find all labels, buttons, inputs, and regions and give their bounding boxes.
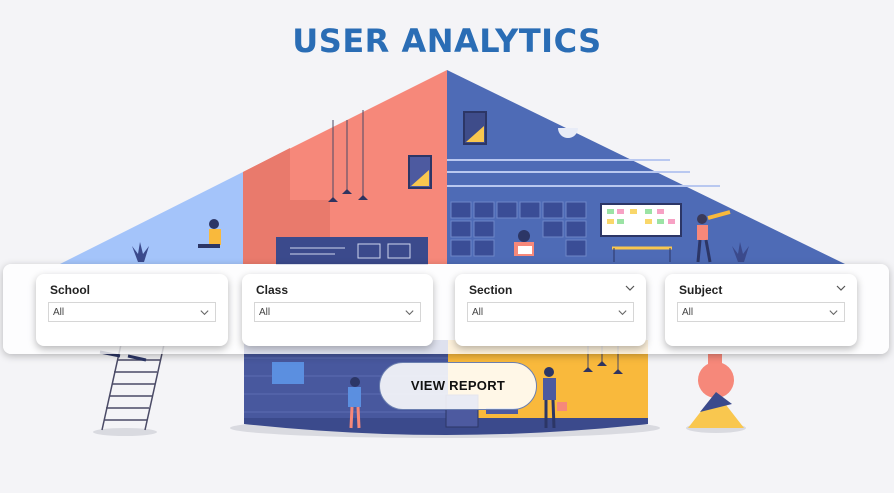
- section-dropdown-value: All: [472, 307, 484, 318]
- chevron-down-icon: [405, 310, 414, 316]
- subject-dropdown-value: All: [682, 307, 694, 318]
- class-filter-label: Class: [256, 283, 289, 297]
- subject-filter-label: Subject: [679, 283, 723, 297]
- school-dropdown-value: All: [53, 307, 65, 318]
- section-filter-label: Section: [469, 283, 513, 297]
- school-dropdown[interactable]: All: [48, 302, 216, 322]
- school-filter-label: School: [50, 283, 91, 297]
- section-dropdown[interactable]: All: [467, 302, 634, 322]
- chevron-down-icon: [618, 310, 627, 316]
- class-filter-card: Class All: [242, 274, 433, 346]
- subject-dropdown[interactable]: All: [677, 302, 845, 322]
- section-filter-card: Section All: [455, 274, 646, 346]
- school-filter-card: School All: [36, 274, 228, 346]
- chevron-down-icon[interactable]: [624, 282, 636, 294]
- chevron-down-icon: [829, 310, 838, 316]
- class-dropdown-value: All: [259, 307, 271, 318]
- chevron-down-icon[interactable]: [835, 282, 847, 294]
- subject-filter-card: Subject All: [665, 274, 857, 346]
- view-report-button[interactable]: VIEW REPORT: [379, 362, 537, 410]
- class-dropdown[interactable]: All: [254, 302, 421, 322]
- chevron-down-icon: [200, 310, 209, 316]
- house-illustration: [60, 70, 845, 438]
- page-title: USER ANALYTICS: [292, 22, 602, 60]
